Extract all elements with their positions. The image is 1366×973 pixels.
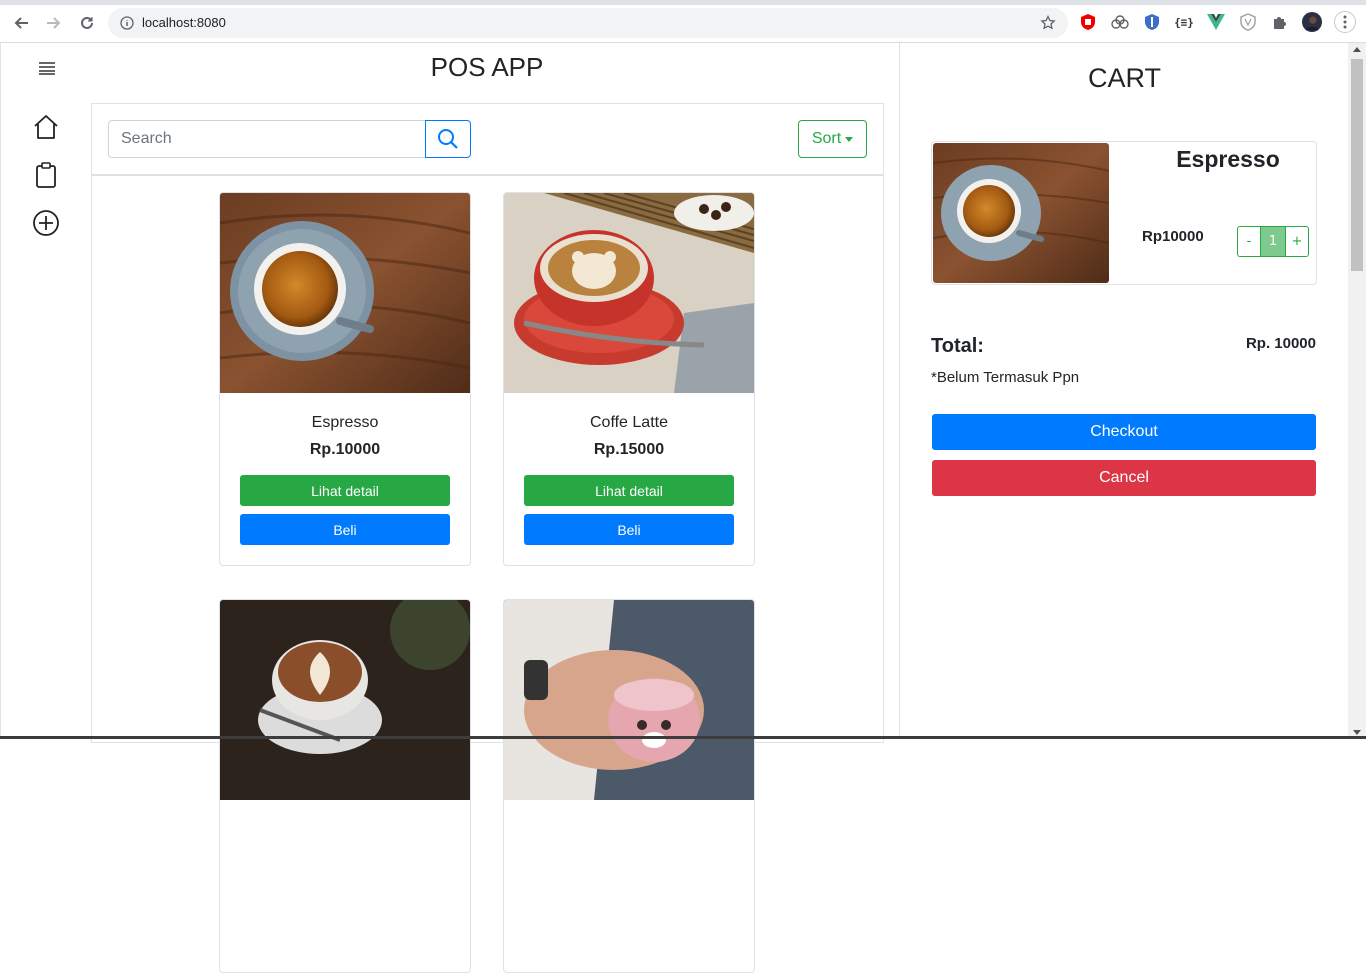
hamburger-menu-icon[interactable] (33, 55, 61, 79)
view-detail-button[interactable]: Lihat detail (240, 475, 450, 506)
cart-panel: CART Espresso Rp10000 - 1 + Total: Rp. 1… (899, 43, 1348, 739)
info-icon[interactable] (120, 16, 134, 30)
view-detail-button[interactable]: Lihat detail (524, 475, 734, 506)
puzzle-icon[interactable] (1270, 12, 1290, 32)
search-toolbar: Sort (92, 104, 883, 176)
total-value: Rp. 10000 (1245, 335, 1316, 352)
cart-item: Espresso Rp10000 - 1 + (931, 141, 1317, 285)
product-panel: Sort (91, 103, 884, 973)
shield-outline-icon[interactable] (1238, 12, 1258, 32)
product-name: Coffe Latte (590, 414, 668, 431)
product-card (503, 599, 755, 973)
bookmark-star-icon[interactable] (1040, 15, 1056, 31)
decrease-quantity-button[interactable]: - (1237, 226, 1261, 257)
buy-button[interactable]: Beli (524, 514, 734, 545)
url-text[interactable]: localhost:8080 (142, 15, 226, 30)
sidebar (0, 43, 91, 739)
product-price: Rp.15000 (593, 441, 665, 458)
ublock-icon[interactable] (1078, 12, 1098, 32)
search-icon (438, 129, 458, 149)
browser-toolbar: localhost:8080 {≡} (0, 0, 1366, 43)
sidebar-item-orders[interactable] (32, 161, 60, 189)
sort-dropdown-button[interactable]: Sort (798, 120, 867, 158)
product-image[interactable] (220, 600, 470, 800)
clipboard-icon (36, 162, 56, 188)
quantity-value: 1 (1261, 226, 1285, 257)
product-card: Espresso Rp.10000 Lihat detail Beli (219, 192, 471, 566)
home-icon (34, 115, 58, 139)
search-input[interactable] (108, 120, 426, 158)
product-card: Coffe Latte Rp.15000 Lihat detail Beli (503, 192, 755, 566)
cart-title: CART (1087, 63, 1161, 93)
json-icon[interactable]: {≡} (1174, 12, 1194, 32)
shield-icon[interactable] (1142, 12, 1162, 32)
cart-item-image (933, 143, 1109, 283)
product-card (219, 599, 471, 973)
cart-item-name: Espresso (1176, 146, 1280, 172)
product-image[interactable] (220, 193, 470, 393)
sidebar-item-home[interactable] (32, 113, 60, 141)
sort-label: Sort (811, 130, 842, 147)
vue-devtools-icon[interactable] (1206, 12, 1226, 32)
product-name: Espresso (311, 414, 379, 431)
buy-button[interactable]: Beli (240, 514, 450, 545)
search-button[interactable] (425, 120, 471, 158)
chevron-down-icon (845, 137, 854, 142)
tab-strip (0, 0, 1366, 5)
menu-icon[interactable] (1334, 11, 1356, 33)
page-title: POS APP (430, 52, 544, 82)
scroll-up-icon[interactable] (1353, 47, 1361, 52)
scrollbar-thumb[interactable] (1351, 59, 1363, 271)
sidebar-item-add[interactable] (32, 209, 60, 237)
profile-avatar[interactable] (1302, 12, 1322, 32)
back-icon[interactable] (10, 12, 32, 34)
tax-note: *Belum Termasuk Ppn (931, 369, 1080, 386)
page-scrollbar[interactable] (1348, 43, 1366, 739)
product-image[interactable] (504, 600, 754, 800)
forward-icon[interactable] (43, 12, 65, 34)
scroll-down-icon[interactable] (1353, 730, 1361, 735)
reload-icon[interactable] (76, 12, 98, 34)
add-circle-icon (33, 210, 59, 236)
cloud-icon[interactable] (1110, 12, 1130, 32)
increase-quantity-button[interactable]: + (1285, 226, 1309, 257)
cancel-button[interactable]: Cancel (932, 460, 1316, 496)
cart-item-price: Rp10000 (1142, 228, 1204, 245)
address-bar[interactable]: localhost:8080 (108, 8, 1068, 38)
total-label: Total: (931, 335, 984, 357)
checkout-button[interactable]: Checkout (932, 414, 1316, 450)
product-image[interactable] (504, 193, 754, 393)
product-price: Rp.10000 (309, 441, 381, 458)
quantity-stepper: - 1 + (1237, 226, 1309, 257)
